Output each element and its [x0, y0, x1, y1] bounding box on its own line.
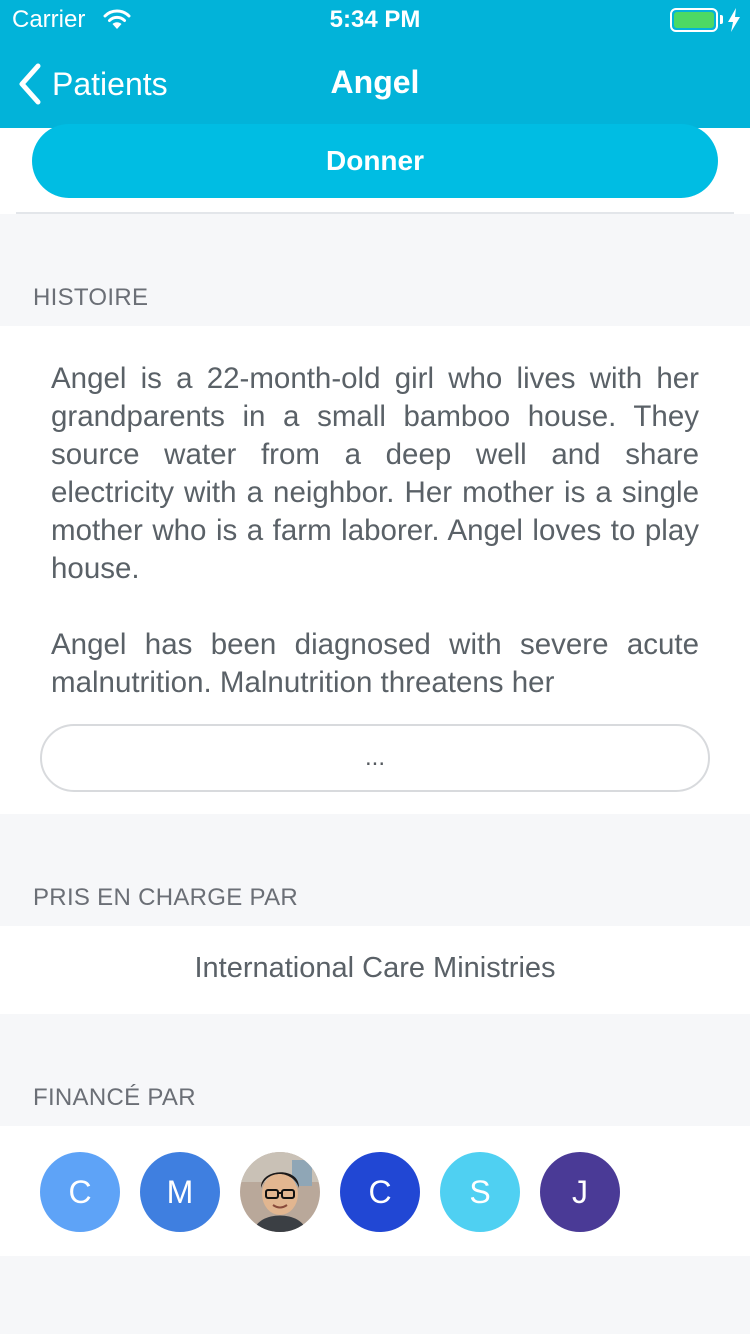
page-title: Angel [330, 64, 420, 100]
battery-icon [670, 8, 718, 32]
funder-avatar-photo[interactable] [240, 1152, 320, 1232]
supported-by-header: PRIS EN CHARGE PAR [33, 884, 299, 911]
story-card: Angel is a 22-month-old girl who lives w… [0, 326, 750, 814]
status-bar: Carrier 5:34 PM [0, 0, 750, 40]
funded-by-header: FINANCÉ PAR [33, 1084, 196, 1111]
story-text: Angel is a 22-month-old girl who lives w… [51, 362, 699, 699]
organization-name[interactable]: International Care Ministries [0, 952, 750, 985]
navigation-header: Carrier 5:34 PM Patients Angel [0, 0, 750, 128]
battery-cap [720, 15, 723, 24]
story-section-header: HISTOIRE [33, 284, 149, 311]
status-time: 5:34 PM [329, 6, 421, 33]
funder-avatar[interactable]: S [440, 1152, 520, 1232]
donate-section: Donner [0, 124, 750, 214]
divider [16, 212, 734, 214]
funders-list: C M C S J [0, 1126, 750, 1256]
user-photo-icon [240, 1152, 320, 1232]
funder-avatar[interactable]: M [140, 1152, 220, 1232]
funder-avatar[interactable]: C [340, 1152, 420, 1232]
donate-button[interactable]: Donner [32, 124, 718, 198]
read-more-button[interactable]: ... [40, 724, 710, 792]
charging-icon [728, 8, 740, 32]
funder-avatar[interactable]: C [40, 1152, 120, 1232]
funder-avatar[interactable]: J [540, 1152, 620, 1232]
organization-card: International Care Ministries [0, 926, 750, 1014]
